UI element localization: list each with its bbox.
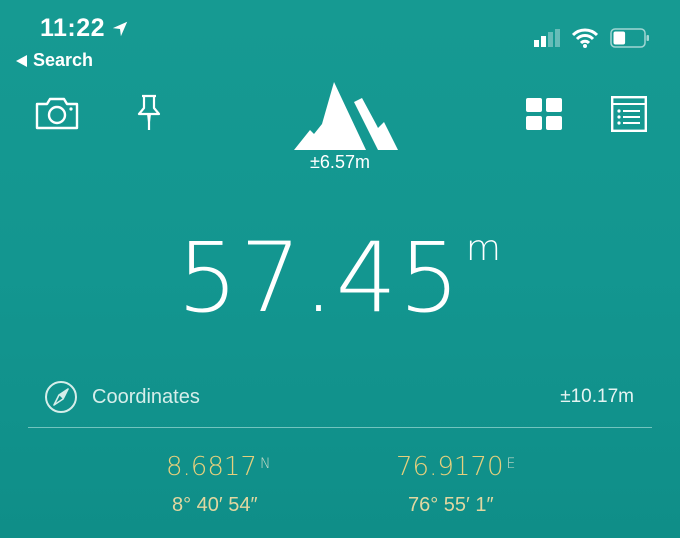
latitude-dms: 8° 40′ 54″ xyxy=(172,494,258,516)
coordinates-header: Coordinates xyxy=(44,380,200,414)
back-label: Search xyxy=(33,50,94,70)
pushpin-icon xyxy=(137,94,161,130)
wifi-icon xyxy=(572,28,598,48)
grid-icon xyxy=(526,98,562,130)
latitude-decimal: 8.6817 N xyxy=(166,452,270,482)
status-icons xyxy=(534,28,650,48)
camera-icon xyxy=(35,97,79,130)
altitude-value: 57.45 xyxy=(177,222,462,334)
battery-icon xyxy=(610,28,649,48)
back-to-search-link[interactable]: Search xyxy=(16,50,93,71)
longitude-dms: 76° 55′ 1″ xyxy=(408,494,494,516)
time-text: 11:22 xyxy=(40,14,106,42)
latitude-value: 8.6817 xyxy=(166,452,257,482)
altitude-unit: m xyxy=(465,228,503,269)
longitude-block: 76.9170 E 76° 55′ 1″ xyxy=(396,452,515,517)
grid-view-button[interactable] xyxy=(526,98,562,130)
altitude-accuracy: ±6.57m xyxy=(310,152,370,172)
back-triangle-icon xyxy=(16,54,27,67)
longitude-decimal: 76.9170 E xyxy=(396,452,515,482)
divider xyxy=(28,427,652,428)
longitude-hemisphere: E xyxy=(506,456,516,472)
location-arrow-icon xyxy=(112,21,128,36)
pin-button[interactable] xyxy=(135,94,163,134)
compass-icon xyxy=(45,381,77,413)
longitude-value: 76.9170 xyxy=(396,452,504,482)
altitude-readout: 57.45 m xyxy=(0,222,680,334)
cellular-signal-icon xyxy=(534,29,560,47)
list-icon xyxy=(611,96,647,132)
list-view-button[interactable] xyxy=(611,96,647,132)
camera-button[interactable] xyxy=(34,96,80,130)
coordinates-accuracy: ±10.17m xyxy=(560,386,634,407)
latitude-block: 8.6817 N 8° 40′ 54″ xyxy=(166,452,270,517)
status-time: 11:22 xyxy=(40,14,129,43)
coordinates-label: Coordinates xyxy=(92,385,200,408)
mountain-icon xyxy=(294,82,398,150)
latitude-hemisphere: N xyxy=(259,456,271,472)
mountain-logo xyxy=(292,80,400,157)
